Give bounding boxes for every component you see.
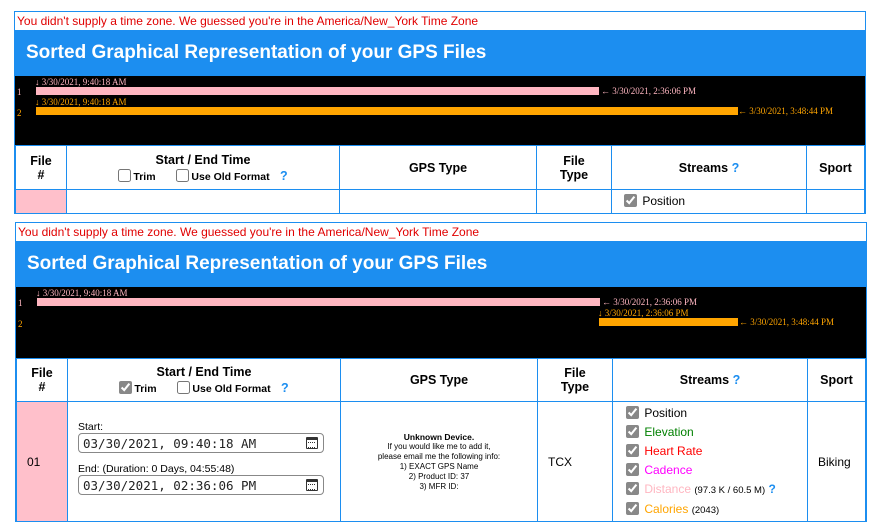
sport-cell: Biking — [807, 401, 866, 521]
help-icon[interactable]: ? — [768, 482, 775, 496]
gps-panel-top: You didn't supply a time zone. We guesse… — [14, 11, 866, 214]
old-format-label: Use Old Format — [191, 170, 270, 183]
end-datetime-input[interactable]: 03/30/2021, 02:36:06 PM — [78, 475, 324, 495]
stream-label: Position — [642, 194, 686, 208]
timeline-row-number: 1 — [18, 298, 23, 308]
calendar-icon[interactable] — [306, 479, 318, 491]
gps-cell — [339, 189, 537, 213]
start-datetime-value: 03/30/2021, 09:40:18 AM — [83, 435, 257, 451]
files-table: File # Start / End Time Trim Use Old Form… — [16, 358, 866, 521]
gps-unknown-title: Unknown Device. — [403, 431, 475, 442]
stream-label-heart-rate: Heart Rate — [644, 444, 703, 458]
trim-label: Trim — [133, 170, 156, 183]
timeline-chart: 1 ↓ 3/30/2021, 9:40:18 AM ← 3/30/2021, 2… — [16, 287, 866, 358]
timeline-end-label: ← 3/30/2021, 3:48:44 PM — [739, 317, 835, 327]
col-sport: Sport — [807, 358, 866, 402]
old-format-checkbox[interactable] — [177, 381, 191, 394]
stream-calories-value: (2043) — [691, 505, 720, 516]
table-row: Position — [15, 189, 865, 213]
start-datetime-input[interactable]: 03/30/2021, 09:40:18 AM — [78, 433, 324, 453]
timeline-end-label: ← 3/30/2021, 2:36:06 PM — [601, 86, 697, 96]
stream-checkbox-position[interactable] — [626, 406, 639, 419]
files-table: File # Start / End Time Trim Use Old Form… — [15, 145, 865, 213]
table-row: 01 Start: 03/30/2021, 09:40:18 AM End: (… — [16, 401, 866, 521]
col-streams: Streams ? — [612, 358, 808, 402]
help-icon[interactable]: ? — [732, 161, 740, 175]
time-cell: Start: 03/30/2021, 09:40:18 AM End: (Dur… — [67, 401, 341, 521]
stream-label-distance: Distance — [644, 482, 692, 496]
timeline-end-label: ← 3/30/2021, 3:48:44 PM — [738, 106, 834, 116]
stream-checkbox-cadence[interactable] — [626, 463, 639, 476]
sport-cell — [806, 189, 865, 213]
timeline-start-label: ↓ 3/30/2021, 9:40:18 AM — [35, 77, 127, 87]
col-gps-type: GPS Type — [340, 358, 538, 402]
trim-checkbox[interactable] — [118, 168, 132, 182]
col-start-end: Start / End Time Trim Use Old Format ? — [67, 358, 341, 402]
file-number-cell — [15, 189, 67, 213]
col-start-end: Start / End Time Trim Use Old Format ? — [66, 145, 340, 190]
timeline-row-number: 1 — [17, 87, 22, 97]
timeline-end-label: ← 3/30/2021, 2:36:06 PM — [602, 297, 698, 307]
gps-panel-main: You didn't supply a time zone. We guesse… — [15, 222, 867, 522]
section-title: Sorted Graphical Representation of your … — [16, 241, 866, 287]
help-icon[interactable]: ? — [280, 169, 288, 183]
col-file: File # — [16, 358, 68, 402]
stream-label-calories: Calories — [644, 502, 689, 516]
timeline-bar — [36, 87, 599, 95]
timeline-row-number: 2 — [18, 319, 23, 329]
stream-checkbox-distance[interactable] — [626, 482, 639, 495]
timeline-chart: 1 ↓ 3/30/2021, 9:40:18 AM ← 3/30/2021, 2… — [15, 76, 865, 145]
gps-info-line: 1) EXACT GPS Name — [399, 461, 479, 471]
section-title: Sorted Graphical Representation of your … — [15, 30, 865, 76]
timeline-bar — [599, 318, 738, 326]
timeline-row-number: 2 — [17, 108, 22, 118]
col-gps-type: GPS Type — [339, 145, 537, 190]
stream-label-cadence: Cadence — [644, 463, 693, 477]
time-cell — [66, 189, 340, 213]
col-file-type: File Type — [537, 358, 613, 402]
stream-checkbox-heart-rate[interactable] — [626, 444, 639, 457]
timezone-notice: You didn't supply a time zone. We guesse… — [17, 14, 479, 28]
col-streams: Streams ? — [611, 145, 807, 190]
stream-checkbox[interactable] — [624, 194, 637, 207]
timeline-start-label: ↓ 3/30/2021, 9:40:18 AM — [35, 97, 127, 107]
timeline-bar — [37, 298, 600, 306]
stream-checkbox-elevation[interactable] — [626, 425, 639, 438]
gps-info-line: 3) MFR ID: — [419, 481, 459, 491]
streams-cell: Position — [611, 189, 807, 213]
timezone-notice: You didn't supply a time zone. We guesse… — [18, 225, 480, 239]
end-datetime-value: 03/30/2021, 02:36:06 PM — [83, 477, 257, 493]
old-format-checkbox[interactable] — [176, 168, 190, 182]
col-sport: Sport — [806, 145, 865, 190]
file-type-cell — [536, 189, 612, 213]
gps-info-line: If you would like me to add it, — [387, 441, 491, 451]
gps-info-line: 2) Product ID: 37 — [408, 471, 470, 481]
stream-distance-value: (97.3 K / 60.5 M) — [694, 485, 766, 496]
calendar-icon[interactable] — [306, 437, 318, 449]
timeline-bar — [36, 107, 738, 115]
table-header-row: File # Start / End Time Trim Use Old Form… — [15, 145, 865, 190]
file-type-cell: TCX — [537, 401, 613, 521]
trim-checkbox[interactable] — [119, 381, 133, 394]
gps-cell: Unknown Device. If you would like me to … — [340, 401, 538, 521]
gps-info-line: please email me the following info: — [377, 451, 501, 461]
col-start-end-label: Start / End Time — [156, 365, 252, 379]
trim-label: Trim — [134, 383, 157, 395]
table-header-row: File # Start / End Time Trim Use Old Form… — [16, 358, 866, 402]
stream-label-elevation: Elevation — [644, 425, 694, 439]
help-icon[interactable]: ? — [281, 381, 289, 395]
start-label: Start: — [78, 421, 104, 433]
stream-label-position: Position — [644, 406, 688, 420]
col-start-end-label: Start / End Time — [155, 152, 251, 167]
file-number-cell: 01 — [16, 401, 68, 521]
streams-cell: Position Elevation Heart Rate Cadence Di… — [612, 401, 808, 521]
timeline-start-label: ↓ 3/30/2021, 9:40:18 AM — [36, 288, 128, 298]
end-label: End: (Duration: 0 Days, 04:55:48) — [78, 463, 235, 475]
col-file-type: File Type — [536, 145, 612, 190]
timeline-start-label: ↓ 3/30/2021, 2:36:06 PM — [598, 308, 689, 318]
old-format-label: Use Old Format — [192, 383, 271, 395]
stream-checkbox-calories[interactable] — [626, 502, 639, 515]
help-icon[interactable]: ? — [733, 373, 741, 387]
col-file: File # — [15, 145, 67, 190]
